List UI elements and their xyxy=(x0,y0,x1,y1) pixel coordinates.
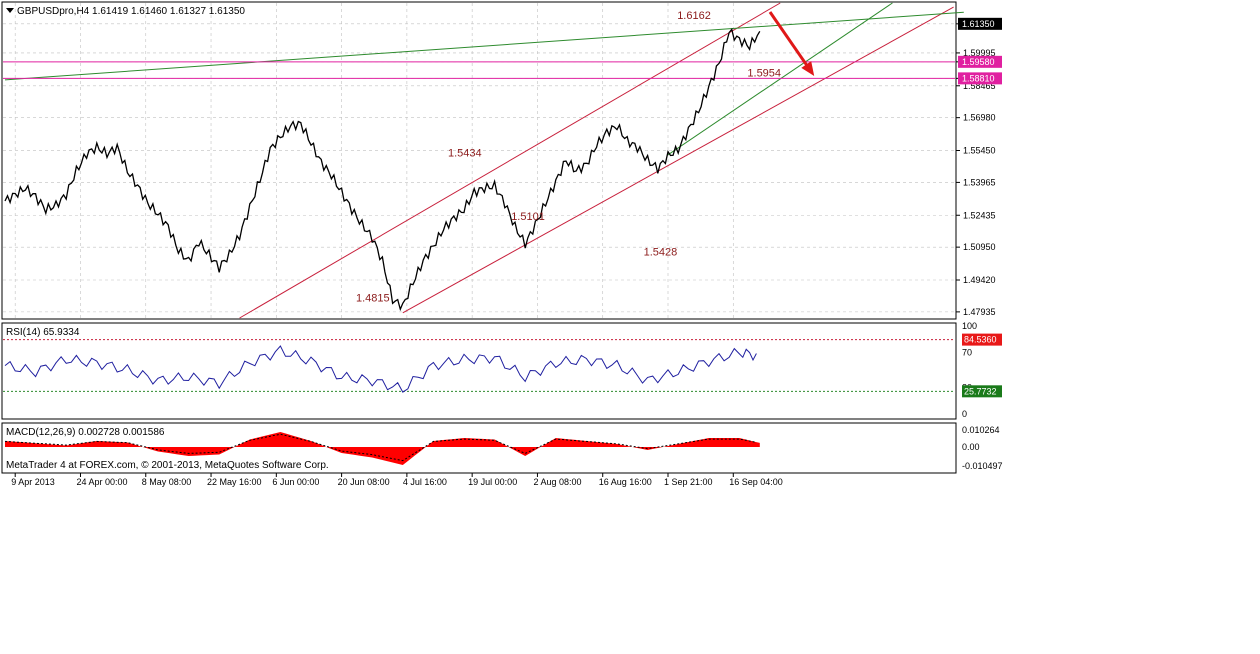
time-tick-label: 1 Sep 21:00 xyxy=(664,477,713,487)
forex-chart[interactable]: 1.6162 1.5954 1.5434 1.5428 1.5101 1.4815 GBP… xyxy=(0,0,1260,654)
level-tag-1: 1.58810 xyxy=(962,73,995,83)
rsi-tick-label: 100 xyxy=(962,321,977,331)
annotation-label: 1.5434 xyxy=(448,147,482,159)
price-tick-label: 1.49420 xyxy=(963,275,996,285)
price-tick-label: 1.50950 xyxy=(963,242,996,252)
rsi-lower-tag: 25.7732 xyxy=(964,386,997,396)
price-tick-label: 1.47935 xyxy=(963,307,996,317)
rsi-axis: 1007030084.536025.7732 xyxy=(962,321,1002,419)
macd-axis: 0.010264 0.00 -0.010497 xyxy=(962,425,1003,471)
time-tick-label: 22 May 16:00 xyxy=(207,477,262,487)
macd-tick-label: 0.00 xyxy=(962,442,980,452)
macd-tick-label: -0.010497 xyxy=(962,461,1003,471)
rsi-tick-label: 70 xyxy=(962,347,972,357)
price-pane[interactable] xyxy=(1,1,957,320)
annotation-label: 1.5954 xyxy=(747,68,781,80)
annotation-label: 1.5101 xyxy=(511,211,545,223)
time-tick-label: 20 Jun 08:00 xyxy=(338,477,390,487)
price-tick-label: 1.53965 xyxy=(963,177,996,187)
annotation-label: 1.4815 xyxy=(356,292,390,304)
macd-tick-label: 0.010264 xyxy=(962,425,1000,435)
time-tick-label: 2 Aug 08:00 xyxy=(533,477,581,487)
current-price-tag: 1.61350 xyxy=(962,19,995,29)
macd-label: MACD(12,26,9) 0.002728 0.001586 xyxy=(6,427,165,438)
time-tick-label: 19 Jul 00:00 xyxy=(468,477,517,487)
annotation-label: 1.5428 xyxy=(644,247,678,259)
time-tick-label: 24 Apr 00:00 xyxy=(76,477,127,487)
symbol-line: GBPUSDpro,H4 1.61419 1.61460 1.61327 1.6… xyxy=(17,6,245,17)
time-tick-label: 16 Aug 16:00 xyxy=(599,477,652,487)
time-axis: 9 Apr 2013 24 Apr 00:00 8 May 08:00 22 May … xyxy=(11,473,783,487)
price-tick-label: 1.55450 xyxy=(963,146,996,156)
annotation-label: 1.6162 xyxy=(677,10,711,22)
level-tag-0: 1.59580 xyxy=(962,57,995,67)
time-tick-label: 16 Sep 04:00 xyxy=(729,477,783,487)
price-tick-label: 1.52435 xyxy=(963,210,996,220)
rsi-upper-tag: 84.5360 xyxy=(964,335,997,345)
time-tick-label: 9 Apr 2013 xyxy=(11,477,55,487)
rsi-label: RSI(14) 65.9334 xyxy=(6,327,80,338)
rsi-tick-label: 0 xyxy=(962,409,967,419)
price-tick-label: 1.56980 xyxy=(963,113,996,123)
copyright: MetaTrader 4 at FOREX.com, © 2001-2013, … xyxy=(6,460,329,471)
time-tick-label: 4 Jul 16:00 xyxy=(403,477,447,487)
rsi-pane[interactable] xyxy=(1,322,957,420)
time-tick-label: 6 Jun 00:00 xyxy=(272,477,319,487)
time-tick-label: 8 May 08:00 xyxy=(142,477,192,487)
